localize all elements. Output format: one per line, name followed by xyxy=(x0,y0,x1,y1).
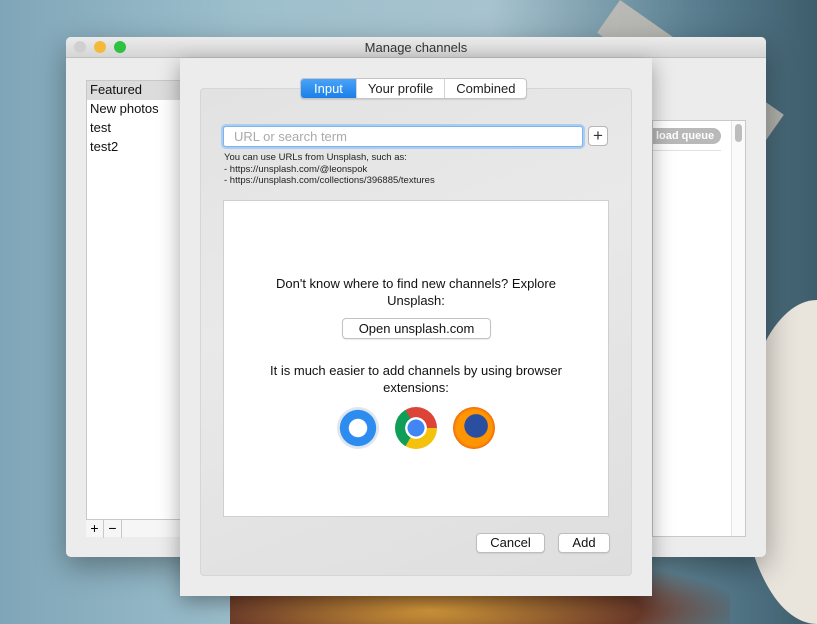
cancel-button[interactable]: Cancel xyxy=(476,533,545,553)
minimize-button[interactable] xyxy=(94,41,106,53)
firefox-icon[interactable] xyxy=(453,407,495,449)
tab-combined[interactable]: Combined xyxy=(445,79,526,98)
scrollbar-thumb[interactable] xyxy=(735,124,742,142)
list-buttons: + − xyxy=(86,519,181,538)
window-title: Manage channels xyxy=(364,40,468,55)
tab-input[interactable]: Input xyxy=(301,79,357,98)
add-button[interactable]: Add xyxy=(558,533,610,553)
help-line: You can use URLs from Unsplash, such as: xyxy=(224,152,407,163)
close-button[interactable] xyxy=(74,41,86,53)
help-text: You can use URLs from Unsplash, such as:… xyxy=(224,152,435,187)
safari-icon[interactable] xyxy=(337,407,379,449)
channel-item[interactable]: Featured xyxy=(87,81,180,100)
browser-extensions xyxy=(337,407,495,449)
zoom-button[interactable] xyxy=(114,41,126,53)
url-search-input[interactable]: URL or search term xyxy=(223,126,583,147)
open-unsplash-button[interactable]: Open unsplash.com xyxy=(342,318,491,339)
add-channel-sheet: Input Your profile Combined URL or searc… xyxy=(180,58,652,596)
tab-your-profile[interactable]: Your profile xyxy=(357,79,446,98)
add-channel-button[interactable]: + xyxy=(86,520,104,538)
channel-item[interactable]: test xyxy=(87,119,180,138)
channel-list[interactable]: Featured New photos test test2 xyxy=(86,80,181,537)
title-bar: Manage channels xyxy=(66,37,766,58)
extensions-text: It is much easier to add channels by usi… xyxy=(270,363,562,395)
chrome-icon[interactable] xyxy=(395,407,437,449)
help-line: - https://unsplash.com/collections/39688… xyxy=(224,175,435,186)
queue-pane: load queue xyxy=(652,120,746,537)
explore-text: Don't know where to find new channels? E… xyxy=(276,276,556,308)
help-line: - https://unsplash.com/@leonspok xyxy=(224,163,368,175)
scrollbar[interactable] xyxy=(731,121,745,536)
channel-item[interactable]: test2 xyxy=(87,138,180,157)
divider xyxy=(653,150,721,151)
load-queue-badge[interactable]: load queue xyxy=(653,128,721,144)
add-url-button[interactable]: + xyxy=(588,126,608,146)
explore-box: Don't know where to find new channels? E… xyxy=(223,200,609,517)
channel-item[interactable]: New photos xyxy=(87,100,180,119)
remove-channel-button[interactable]: − xyxy=(104,520,122,538)
segmented-tabs: Input Your profile Combined xyxy=(300,78,528,99)
